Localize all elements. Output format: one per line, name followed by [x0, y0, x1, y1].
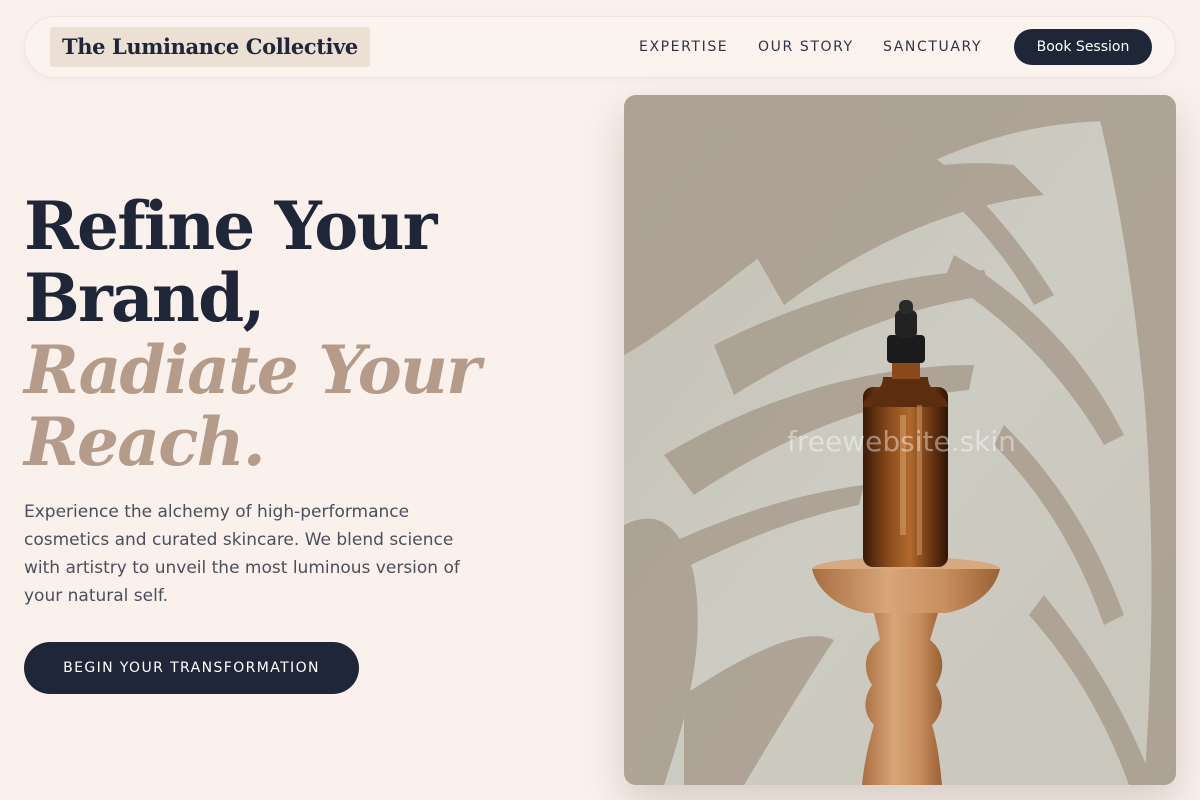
headline-line-1: Refine Your: [24, 187, 437, 265]
begin-transformation-button[interactable]: BEGIN YOUR TRANSFORMATION: [24, 642, 359, 694]
nav-link-expertise[interactable]: EXPERTISE: [639, 39, 728, 55]
hero-product-image: freewebsite.skin: [624, 95, 1176, 785]
brand-logo[interactable]: The Luminance Collective: [50, 27, 370, 67]
nav-link-sanctuary[interactable]: SANCTUARY: [883, 39, 982, 55]
nav-link-our-story[interactable]: OUR STORY: [758, 39, 854, 55]
book-session-button[interactable]: Book Session: [1014, 29, 1152, 65]
headline-line-2: Brand,: [24, 259, 265, 337]
headline-accent-line-1: Radiate Your: [24, 331, 481, 409]
hero-description: Experience the alchemy of high-performan…: [24, 502, 460, 606]
serum-bottle-photo: [624, 95, 1176, 785]
top-navigation: The Luminance Collective EXPERTISE OUR S…: [24, 16, 1176, 78]
hero-headline: Refine Your Brand, Radiate Your Reach.: [24, 190, 584, 478]
headline-accent-line-2: Reach.: [24, 403, 266, 481]
